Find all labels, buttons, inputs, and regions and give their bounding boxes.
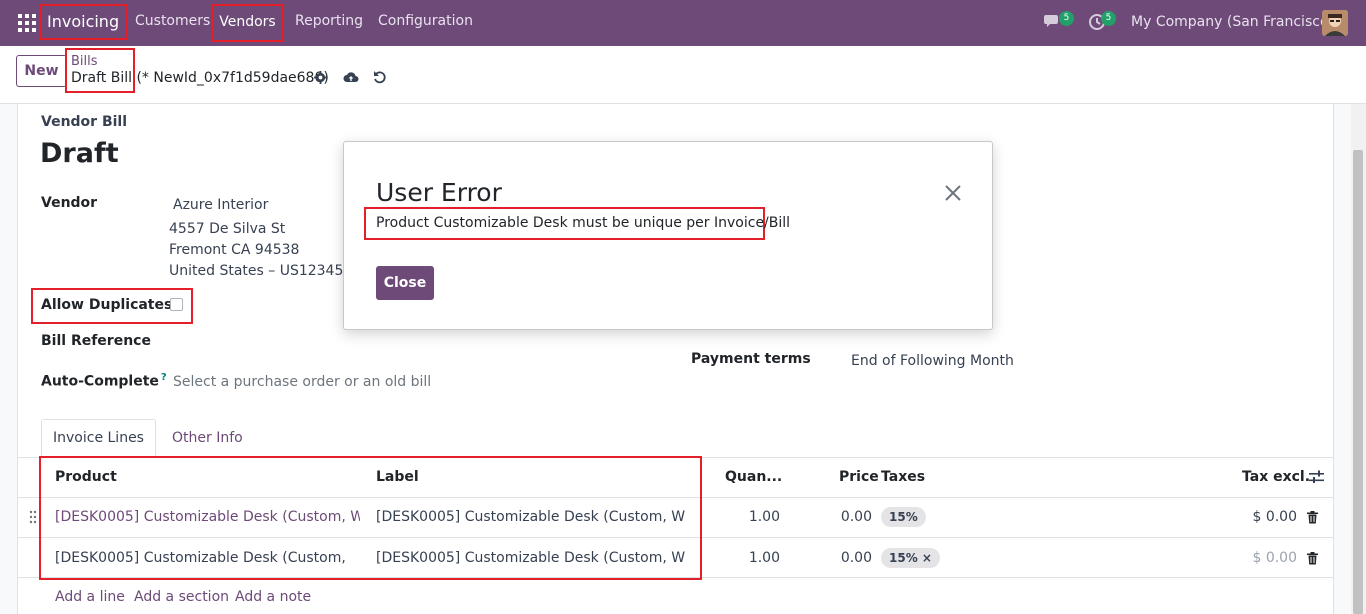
dialog-title: User Error: [376, 178, 502, 207]
user-error-dialog: User Error Product Customizable Desk mus…: [343, 141, 993, 330]
error-message: Product Customizable Desk must be unique…: [376, 215, 791, 231]
close-icon[interactable]: [944, 184, 962, 202]
close-button[interactable]: Close: [376, 266, 434, 300]
